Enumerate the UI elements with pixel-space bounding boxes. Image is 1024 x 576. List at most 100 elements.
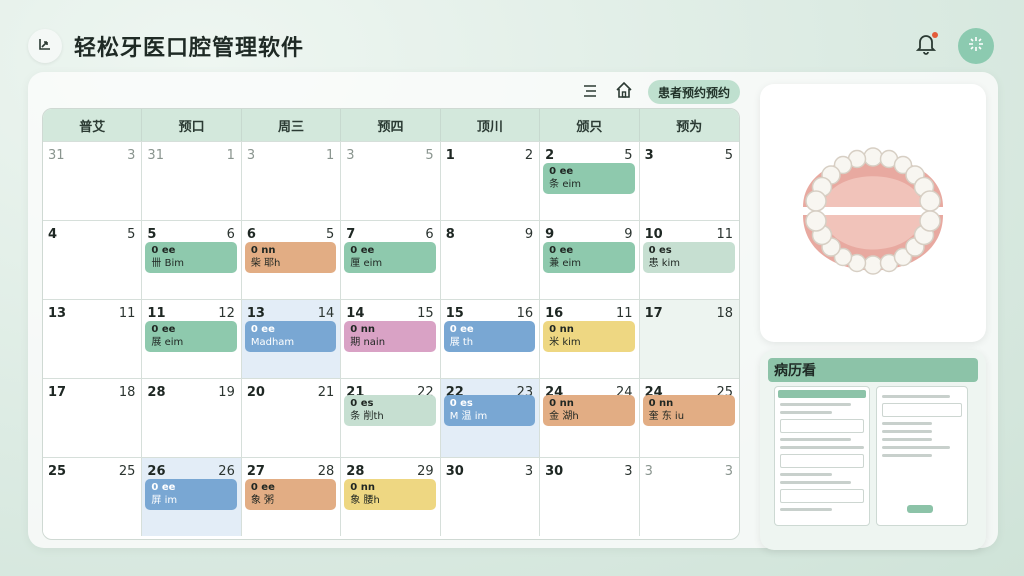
calendar-day-cell[interactable]: 33 <box>639 457 739 536</box>
appointment-event[interactable]: 0 es 条 削th <box>344 395 436 426</box>
event-line-2: 兼 eim <box>549 258 581 269</box>
event-line-2: 象 粥 <box>250 495 275 506</box>
record-thumbnail-right[interactable] <box>876 386 968 526</box>
notification-dot <box>932 32 938 38</box>
day-number: 8 <box>445 227 455 242</box>
day-secondary-number: 6 <box>425 227 434 242</box>
day-secondary-number: 3 <box>724 464 733 479</box>
calendar-day-cell[interactable]: 12 <box>440 141 541 220</box>
logo[interactable] <box>28 29 62 63</box>
day-number: 9 <box>545 227 555 242</box>
calendar-day-cell[interactable]: 13 11 <box>43 299 143 378</box>
day-secondary-number: 5 <box>624 148 633 163</box>
calendar-day-cell[interactable]: 5 6 0 ee 卌 Bim <box>142 220 242 299</box>
calendar-day-cell[interactable]: 24 24 0 nn 金 湖h <box>540 378 640 457</box>
day-secondary-number: 5 <box>127 227 136 242</box>
appointment-event[interactable]: 0 ee 展 eim <box>145 321 237 352</box>
weekday-label: 预四 <box>341 109 441 141</box>
calendar-day-cell[interactable]: 21 22 0 es 条 削th <box>341 378 441 457</box>
appointment-event[interactable]: 0 ee 卌 Bim <box>145 242 237 273</box>
event-line-1: 0 ee <box>151 245 176 256</box>
appointment-event[interactable]: 0 nn 金 湖h <box>543 395 635 426</box>
record-thumbnail-left[interactable] <box>774 386 870 526</box>
calendar-day-cell[interactable]: 6 5 0 nn 柴 耶h <box>241 220 342 299</box>
event-line-2: Madham <box>250 337 295 348</box>
day-secondary-number: 29 <box>417 464 434 479</box>
calendar-day-cell[interactable]: 7 6 0 ee 厘 eim <box>341 220 441 299</box>
weekday-header: 普艾 预口 周三 预四 顶川 颁只 预为 <box>43 109 739 141</box>
appointment-event[interactable]: 0 ee Madham <box>244 321 337 352</box>
day-secondary-number: 16 <box>516 306 534 321</box>
event-line-2: 期 nain <box>350 337 386 348</box>
appointment-event[interactable]: 0 ee 条 eim <box>543 163 635 194</box>
day-secondary-number: 3 <box>624 464 633 479</box>
notifications-button[interactable] <box>914 32 938 58</box>
calendar-day-cell[interactable]: 30 3 <box>540 457 640 536</box>
calendar-day-cell[interactable]: 13 14 0 ee Madham <box>241 299 342 378</box>
home-button[interactable] <box>614 81 634 102</box>
calendar-day-cell[interactable]: 26 26 0 ee 屏 im <box>142 457 242 536</box>
calendar-day-cell[interactable]: 20 21 <box>241 378 342 457</box>
event-line-1: 0 nn <box>549 324 574 335</box>
appointment-event[interactable]: 0 ee 展 th <box>443 321 536 352</box>
appointment-pill-button[interactable]: 患者预约预约 <box>648 80 741 104</box>
event-line-1: 0 ee <box>151 482 176 493</box>
appointment-event[interactable]: 0 es 患 kim <box>642 242 735 273</box>
calendar-day-cell[interactable]: 31 3 <box>43 141 143 220</box>
calendar-day-cell[interactable]: 30 3 <box>440 457 541 536</box>
calendar-toolbar: 患者预约预约 <box>580 80 741 104</box>
day-secondary-number: 3 <box>524 464 534 479</box>
calendar-day-cell[interactable]: 31 <box>241 141 342 220</box>
day-number: 17 <box>644 306 663 321</box>
calendar-day-cell[interactable]: 14 15 0 nn 期 nain <box>341 299 441 378</box>
calendar-day-cell[interactable]: 24 25 0 nn 奎 东 iu <box>639 378 739 457</box>
calendar-day-cell[interactable]: 15 16 0 ee 展 th <box>440 299 541 378</box>
day-number: 10 <box>644 227 663 242</box>
appointment-event[interactable]: 0 es M 温 im <box>443 395 536 426</box>
weekday-label: 预为 <box>676 119 703 135</box>
appointment-event[interactable]: 0 nn 柴 耶h <box>244 242 337 273</box>
day-number: 3 <box>644 148 654 163</box>
medical-record-card[interactable]: 病历看 <box>760 350 986 550</box>
calendar-day-cell[interactable]: 17 18 <box>639 299 739 378</box>
sparkle-button[interactable] <box>958 28 994 64</box>
day-number: 7 <box>346 227 356 242</box>
calendar-day-cell[interactable]: 25 25 <box>43 457 143 536</box>
appointment-event[interactable]: 0 nn 期 nain <box>344 321 436 352</box>
calendar-day-cell[interactable]: 27 28 0 ee 象 粥 <box>241 457 342 536</box>
appointment-event[interactable]: 0 nn 米 kim <box>543 321 635 352</box>
appointment-event[interactable]: 0 ee 厘 eim <box>344 242 436 273</box>
event-line-2: 柴 耶h <box>250 258 281 269</box>
calendar-day-cell[interactable]: 35 <box>341 141 441 220</box>
calendar-day-cell[interactable]: 22 23 0 es M 温 im <box>440 378 541 457</box>
event-line-1: 0 ee <box>549 245 574 256</box>
day-secondary-number: 9 <box>524 227 534 242</box>
calendar-day-cell[interactable]: 9 9 0 ee 兼 eim <box>540 220 640 299</box>
day-secondary-number: 26 <box>218 464 235 479</box>
appointment-event[interactable]: 0 nn 奎 东 iu <box>642 395 735 426</box>
appointment-event[interactable]: 0 ee 屏 im <box>145 479 237 510</box>
calendar-day-cell[interactable]: 10 11 0 es 患 kim <box>639 220 739 299</box>
day-secondary-number: 6 <box>226 227 235 242</box>
calendar-day-cell[interactable]: 31 1 <box>142 141 242 220</box>
calendar-day-cell[interactable]: 16 11 0 nn 米 kim <box>540 299 640 378</box>
calendar-day-cell[interactable]: 28 19 <box>142 378 242 457</box>
calendar-day-cell[interactable]: 2 5 0 ee 条 eim <box>540 141 640 220</box>
calendar-day-cell[interactable]: 11 12 0 ee 展 eim <box>142 299 242 378</box>
calendar-day-cell[interactable]: 45 <box>43 220 143 299</box>
calendar-day-cell[interactable]: 35 <box>639 141 739 220</box>
calendar-day-cell[interactable]: 17 18 <box>43 378 143 457</box>
appointment-event[interactable]: 0 ee 兼 eim <box>543 242 635 273</box>
event-line-2: 展 th <box>449 337 474 348</box>
menu-button[interactable] <box>580 82 600 102</box>
appointment-event[interactable]: 0 ee 象 粥 <box>244 479 337 510</box>
top-actions <box>914 28 994 64</box>
day-number: 28 <box>346 464 365 479</box>
calendar-day-cell[interactable]: 89 <box>440 220 541 299</box>
appointment-event[interactable]: 0 nn 象 腰h <box>344 479 436 510</box>
day-number: 3 <box>346 148 355 163</box>
calendar-day-cell[interactable]: 28 29 0 nn 象 腰h <box>341 457 441 536</box>
event-line-2: 金 湖h <box>549 411 579 422</box>
teeth-diagram-panel <box>760 84 986 342</box>
event-line-1: 0 es <box>350 398 374 409</box>
